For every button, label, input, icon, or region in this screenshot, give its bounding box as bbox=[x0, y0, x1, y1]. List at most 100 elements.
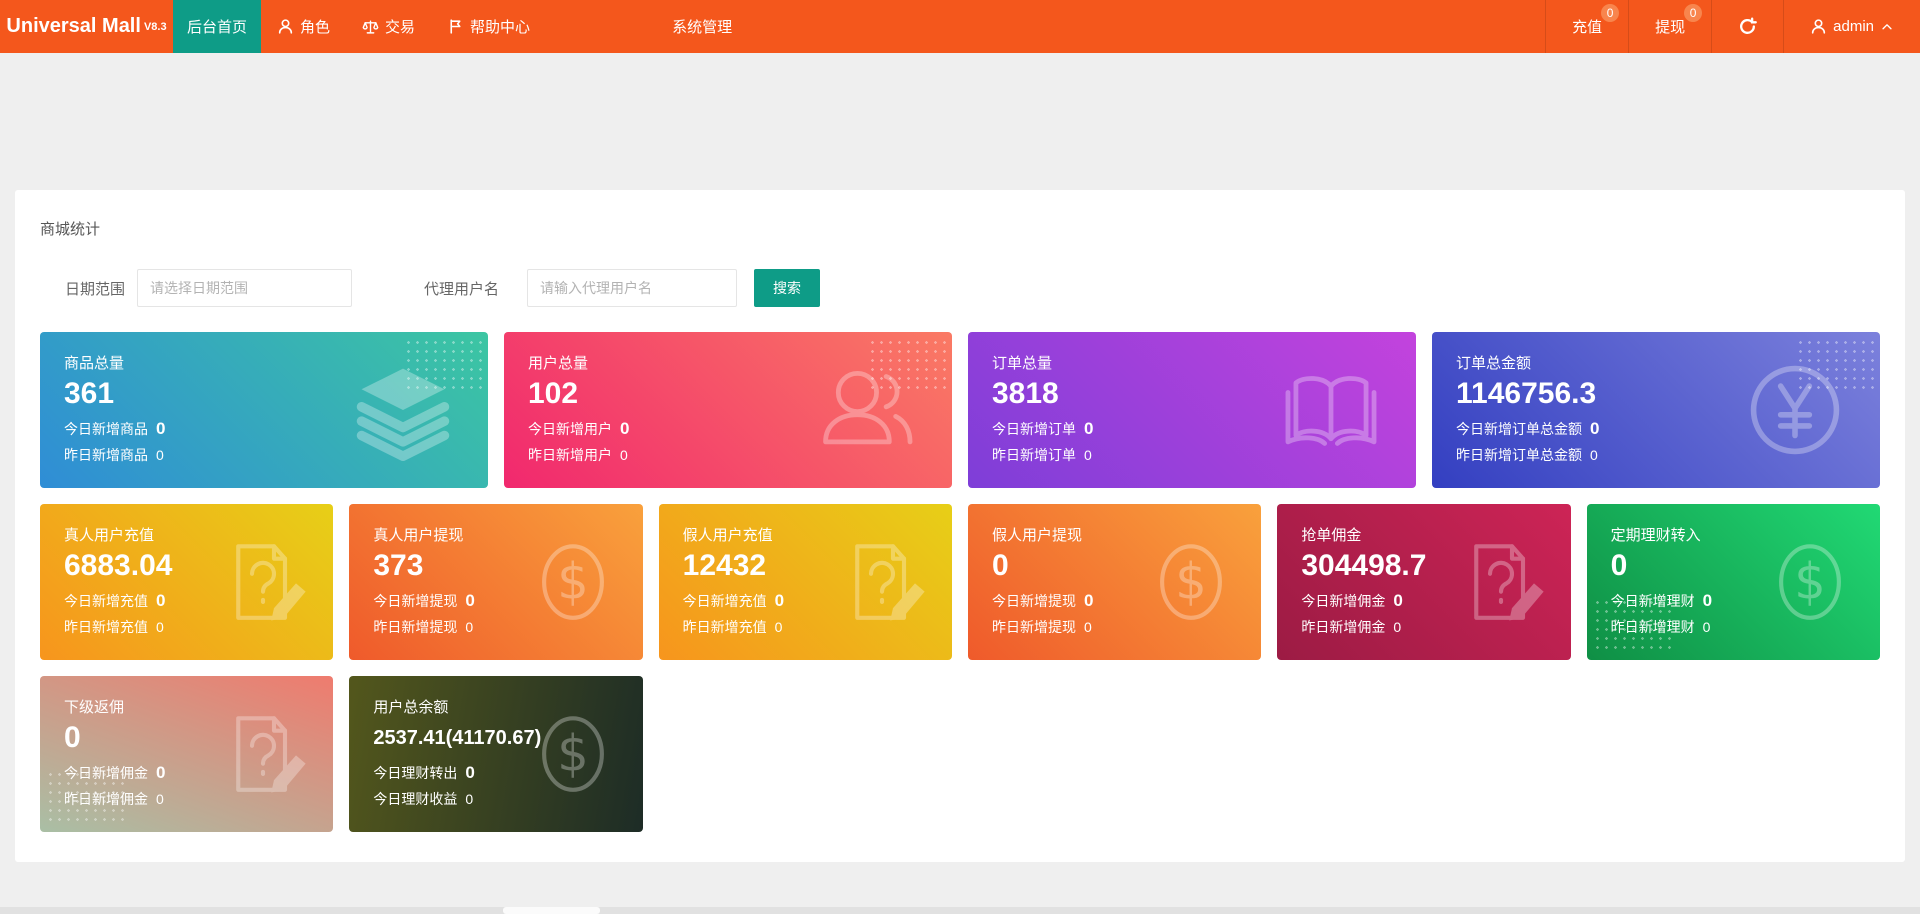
stat-card-today-label: 今日新增提现 bbox=[992, 591, 1076, 611]
book-icon bbox=[1280, 359, 1382, 461]
agent-name-label: 代理用户名 bbox=[424, 278, 499, 299]
username: admin bbox=[1833, 18, 1874, 35]
stat-card-today-value: 0 bbox=[156, 419, 165, 439]
users-icon bbox=[816, 359, 918, 461]
withdraw-label: 提现 bbox=[1655, 16, 1685, 37]
stat-card-today-label: 今日新增充值 bbox=[64, 591, 148, 611]
date-range-input[interactable] bbox=[137, 269, 352, 307]
stat-card-yesterday-value: 0 bbox=[156, 447, 164, 463]
stat-card: 订单总金额 1146756.3 今日新增订单总金额 0 昨日新增订单总金额 0 bbox=[1432, 332, 1880, 488]
nav-item-label: 帮助中心 bbox=[470, 16, 530, 37]
stat-card-today-value: 0 bbox=[1393, 591, 1402, 611]
withdraw-badge: 0 bbox=[1684, 4, 1702, 22]
scrollbar-thumb[interactable] bbox=[503, 907, 600, 914]
stat-card-today-value: 0 bbox=[465, 763, 474, 783]
stat-card-yesterday-label: 昨日新增理财 bbox=[1611, 617, 1695, 637]
stat-card-yesterday-value: 0 bbox=[1084, 447, 1092, 463]
stat-card-today-value: 0 bbox=[465, 591, 474, 611]
stat-card-yesterday-value: 0 bbox=[1703, 619, 1711, 635]
stat-card-today-value: 0 bbox=[156, 763, 165, 783]
stat-card-today-label: 今日新增用户 bbox=[528, 419, 612, 439]
svg-text:$: $ bbox=[1794, 553, 1826, 611]
navbar-actions: 充值 0 提现 0 admin bbox=[1545, 0, 1920, 53]
stat-card-today-value: 0 bbox=[1084, 591, 1093, 611]
nav-item-label: 系统管理 bbox=[672, 16, 732, 37]
stat-card-yesterday-label: 昨日新增订单 bbox=[992, 445, 1076, 465]
stats-cards-grid: 真人用户充值 6883.04 今日新增充值 0 昨日新增充值 0 真人用户提现 … bbox=[40, 504, 1880, 832]
search-button[interactable]: 搜索 bbox=[754, 269, 820, 307]
stat-card-today-value: 0 bbox=[775, 591, 784, 611]
stat-card: 抢单佣金 304498.7 今日新增佣金 0 昨日新增佣金 0 bbox=[1277, 504, 1570, 660]
stat-card-today-value: 0 bbox=[156, 591, 165, 611]
nav-item-help-center[interactable]: 帮助中心 bbox=[431, 0, 546, 53]
stat-card: 下级返佣 0 今日新增佣金 0 昨日新增佣金 0 bbox=[40, 676, 333, 832]
dollar-circle-icon: $ bbox=[1766, 538, 1854, 626]
stat-card-today-label: 今日新增提现 bbox=[373, 591, 457, 611]
svg-text:$: $ bbox=[557, 553, 589, 611]
nav-item-label: 后台首页 bbox=[187, 16, 247, 37]
stat-card: 用户总余额 2537.41(41170.67) 今日理财转出 0 今日理财收益 … bbox=[349, 676, 642, 832]
stat-card-yesterday-label: 昨日新增提现 bbox=[373, 617, 457, 637]
recharge-label: 充值 bbox=[1572, 16, 1602, 37]
stat-card: 用户总量 102 今日新增用户 0 昨日新增用户 0 bbox=[504, 332, 952, 488]
stat-card-yesterday-value: 0 bbox=[1393, 619, 1401, 635]
nav-item-system[interactable]: 系统管理 bbox=[656, 0, 748, 53]
user-icon bbox=[277, 18, 294, 35]
stat-card-yesterday-value: 0 bbox=[620, 447, 628, 463]
app-version: V8.3 bbox=[144, 21, 167, 33]
stat-card: 定期理财转入 0 今日新增理财 0 昨日新增理财 0 $ bbox=[1587, 504, 1880, 660]
stat-card-yesterday-value: 0 bbox=[1590, 447, 1598, 463]
user-menu[interactable]: admin bbox=[1783, 0, 1920, 53]
stat-card-yesterday-value: 0 bbox=[156, 791, 164, 807]
refresh-icon bbox=[1738, 17, 1757, 36]
stat-card-yesterday-label: 今日理财收益 bbox=[373, 789, 457, 809]
top-navbar: Universal MallV8.3 后台首页 角色 交易 帮助中心 系统管理 … bbox=[0, 0, 1920, 53]
dollar-circle-icon: $ bbox=[529, 538, 617, 626]
stat-card-today-label: 今日新增订单总金额 bbox=[1456, 419, 1582, 439]
nav-item-home[interactable]: 后台首页 bbox=[173, 0, 261, 53]
stat-card-today-value: 0 bbox=[620, 419, 629, 439]
layers-icon bbox=[352, 359, 454, 461]
stat-card: 真人用户提现 373 今日新增提现 0 昨日新增提现 0 $ bbox=[349, 504, 642, 660]
file-question-icon bbox=[838, 538, 926, 626]
stat-card-yesterday-label: 昨日新增充值 bbox=[64, 617, 148, 637]
stat-card-yesterday-value: 0 bbox=[775, 619, 783, 635]
user-icon bbox=[1810, 18, 1827, 35]
svg-text:$: $ bbox=[1176, 553, 1208, 611]
stat-card-yesterday-label: 昨日新增订单总金额 bbox=[1456, 445, 1582, 465]
dollar-circle-icon: $ bbox=[529, 710, 617, 798]
agent-name-input[interactable] bbox=[527, 269, 737, 307]
stat-card-today-label: 今日理财转出 bbox=[373, 763, 457, 783]
file-question-icon bbox=[219, 710, 307, 798]
stat-card-yesterday-value: 0 bbox=[1084, 619, 1092, 635]
stat-card-yesterday-value: 0 bbox=[465, 619, 473, 635]
nav-item-label: 角色 bbox=[300, 16, 330, 37]
filter-bar: 日期范围 代理用户名 搜索 bbox=[40, 269, 1880, 307]
yen-circle-icon bbox=[1744, 359, 1846, 461]
stat-card: 真人用户充值 6883.04 今日新增充值 0 昨日新增充值 0 bbox=[40, 504, 333, 660]
date-range-label: 日期范围 bbox=[65, 278, 125, 299]
stat-card-today-value: 0 bbox=[1084, 419, 1093, 439]
svg-text:$: $ bbox=[557, 725, 589, 783]
refresh-button[interactable] bbox=[1711, 0, 1783, 53]
stat-card: 订单总量 3818 今日新增订单 0 昨日新增订单 0 bbox=[968, 332, 1416, 488]
stat-card-yesterday-label: 昨日新增充值 bbox=[683, 617, 767, 637]
nav-item-trade[interactable]: 交易 bbox=[346, 0, 431, 53]
withdraw-button[interactable]: 提现 0 bbox=[1628, 0, 1711, 53]
nav-item-roles[interactable]: 角色 bbox=[261, 0, 346, 53]
app-logo[interactable]: Universal MallV8.3 bbox=[0, 0, 173, 53]
stat-card-today-value: 0 bbox=[1703, 591, 1712, 611]
chevron-up-icon bbox=[1880, 20, 1894, 34]
stat-card-today-label: 今日新增充值 bbox=[683, 591, 767, 611]
stat-card-yesterday-label: 昨日新增提现 bbox=[992, 617, 1076, 637]
recharge-button[interactable]: 充值 0 bbox=[1545, 0, 1628, 53]
stat-card-today-value: 0 bbox=[1590, 419, 1599, 439]
flag-icon bbox=[447, 18, 464, 35]
horizontal-scrollbar bbox=[0, 907, 1920, 914]
recharge-badge: 0 bbox=[1601, 4, 1619, 22]
stats-cards-row-1: 商品总量 361 今日新增商品 0 昨日新增商品 0 用户总量 102 今日新增… bbox=[40, 332, 1880, 488]
stat-card-today-label: 今日新增佣金 bbox=[1301, 591, 1385, 611]
stat-card-today-label: 今日新增佣金 bbox=[64, 763, 148, 783]
file-question-icon bbox=[219, 538, 307, 626]
stat-card: 假人用户提现 0 今日新增提现 0 昨日新增提现 0 $ bbox=[968, 504, 1261, 660]
